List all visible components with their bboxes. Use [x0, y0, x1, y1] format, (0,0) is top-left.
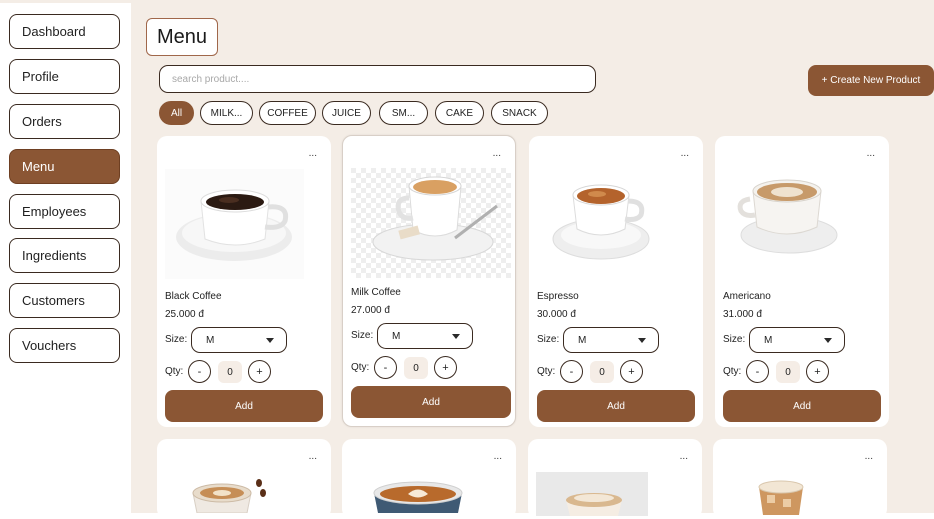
- sidebar-item-ingredients[interactable]: Ingredients: [9, 238, 120, 273]
- sidebar: Dashboard Profile Orders Menu Employees …: [0, 3, 131, 513]
- page-title: Menu: [146, 18, 218, 56]
- more-icon[interactable]: ...: [309, 451, 317, 462]
- qty-value[interactable]: 0: [776, 361, 800, 383]
- more-icon[interactable]: ...: [865, 451, 873, 462]
- size-select[interactable]: M: [749, 327, 845, 353]
- product-card-milk-coffee: ... Milk Coffee 27.000 đ Size: M Qty: - …: [342, 135, 516, 427]
- sidebar-item-dashboard[interactable]: Dashboard: [9, 14, 120, 49]
- product-name: Black Coffee: [165, 291, 222, 302]
- qty-value[interactable]: 0: [590, 361, 614, 383]
- qty-decrease-button[interactable]: -: [746, 360, 769, 383]
- product-price: 27.000 đ: [351, 305, 390, 316]
- product-card-row2-2: ...: [342, 439, 516, 519]
- size-value: M: [578, 334, 587, 346]
- product-card-row2-3: ...: [528, 439, 702, 519]
- more-icon[interactable]: ...: [681, 148, 689, 159]
- qty-increase-button[interactable]: +: [620, 360, 643, 383]
- size-value: M: [206, 334, 215, 346]
- caret-down-icon: [638, 338, 646, 343]
- sidebar-item-employees[interactable]: Employees: [9, 194, 120, 229]
- product-image: [537, 169, 676, 279]
- qty-increase-button[interactable]: +: [806, 360, 829, 383]
- qty-increase-button[interactable]: +: [434, 356, 457, 379]
- filter-chip-cake[interactable]: CAKE: [435, 101, 484, 125]
- product-price: 30.000 đ: [537, 309, 576, 320]
- size-label: Size:: [723, 334, 746, 345]
- qty-value[interactable]: 0: [218, 361, 242, 383]
- filter-chip-coffee[interactable]: COFFEE: [259, 101, 316, 125]
- sidebar-item-customers[interactable]: Customers: [9, 283, 120, 318]
- product-name: Espresso: [537, 291, 579, 302]
- sidebar-item-profile[interactable]: Profile: [9, 59, 120, 94]
- caret-down-icon: [452, 334, 460, 339]
- product-image: [758, 480, 804, 515]
- product-image: [192, 479, 266, 513]
- product-price: 25.000 đ: [165, 309, 204, 320]
- product-image: [723, 169, 862, 279]
- product-image: [351, 168, 511, 278]
- add-to-cart-button[interactable]: Add: [537, 390, 695, 422]
- product-card-americano: ... Americano 31.000 đ Size: M Qty: - 0 …: [715, 136, 889, 427]
- qty-label: Qty:: [723, 366, 742, 377]
- product-card-black-coffee: ... Black Coffee 25.000 đ Size: M Qty: -…: [157, 136, 331, 427]
- qty-label: Qty:: [165, 366, 184, 377]
- product-image: [165, 169, 304, 279]
- product-card-row2-1: ...: [157, 439, 331, 519]
- filter-chip-milk[interactable]: MILK...: [200, 101, 253, 125]
- create-product-button[interactable]: + Create New Product: [808, 65, 934, 96]
- sidebar-item-vouchers[interactable]: Vouchers: [9, 328, 120, 363]
- main-content: Menu + Create New Product All MILK... CO…: [131, 3, 934, 519]
- size-label: Size:: [537, 334, 560, 345]
- product-image: [536, 472, 648, 516]
- sidebar-item-orders[interactable]: Orders: [9, 104, 120, 139]
- size-value: M: [764, 334, 773, 346]
- sidebar-item-menu[interactable]: Menu: [9, 149, 120, 184]
- add-to-cart-button[interactable]: Add: [351, 386, 511, 418]
- size-select[interactable]: M: [563, 327, 659, 353]
- add-to-cart-button[interactable]: Add: [165, 390, 323, 422]
- qty-decrease-button[interactable]: -: [374, 356, 397, 379]
- size-select[interactable]: M: [191, 327, 287, 353]
- filter-chip-snack[interactable]: SNACK: [491, 101, 548, 125]
- product-price: 31.000 đ: [723, 309, 762, 320]
- product-card-espresso: ... Espresso 30.000 đ Size: M Qty: - 0 +…: [529, 136, 703, 427]
- caret-down-icon: [266, 338, 274, 343]
- size-label: Size:: [351, 330, 374, 341]
- qty-increase-button[interactable]: +: [248, 360, 271, 383]
- more-icon[interactable]: ...: [309, 148, 317, 159]
- size-select[interactable]: M: [377, 323, 473, 349]
- filter-chip-all[interactable]: All: [159, 101, 194, 125]
- qty-decrease-button[interactable]: -: [188, 360, 211, 383]
- product-image: [373, 481, 463, 513]
- more-icon[interactable]: ...: [494, 451, 502, 462]
- filter-chip-juice[interactable]: JUICE: [322, 101, 371, 125]
- filter-chip-smoothie[interactable]: SM...: [379, 101, 428, 125]
- search-input[interactable]: [159, 65, 596, 93]
- more-icon[interactable]: ...: [867, 148, 875, 159]
- size-value: M: [392, 330, 401, 342]
- product-card-row2-4: ...: [713, 439, 887, 519]
- product-name: Milk Coffee: [351, 287, 401, 298]
- qty-label: Qty:: [351, 362, 370, 373]
- add-to-cart-button[interactable]: Add: [723, 390, 881, 422]
- product-name: Americano: [723, 291, 771, 302]
- qty-label: Qty:: [537, 366, 556, 377]
- size-label: Size:: [165, 334, 188, 345]
- qty-decrease-button[interactable]: -: [560, 360, 583, 383]
- caret-down-icon: [824, 338, 832, 343]
- qty-value[interactable]: 0: [404, 357, 428, 379]
- more-icon[interactable]: ...: [680, 451, 688, 462]
- more-icon[interactable]: ...: [493, 148, 501, 159]
